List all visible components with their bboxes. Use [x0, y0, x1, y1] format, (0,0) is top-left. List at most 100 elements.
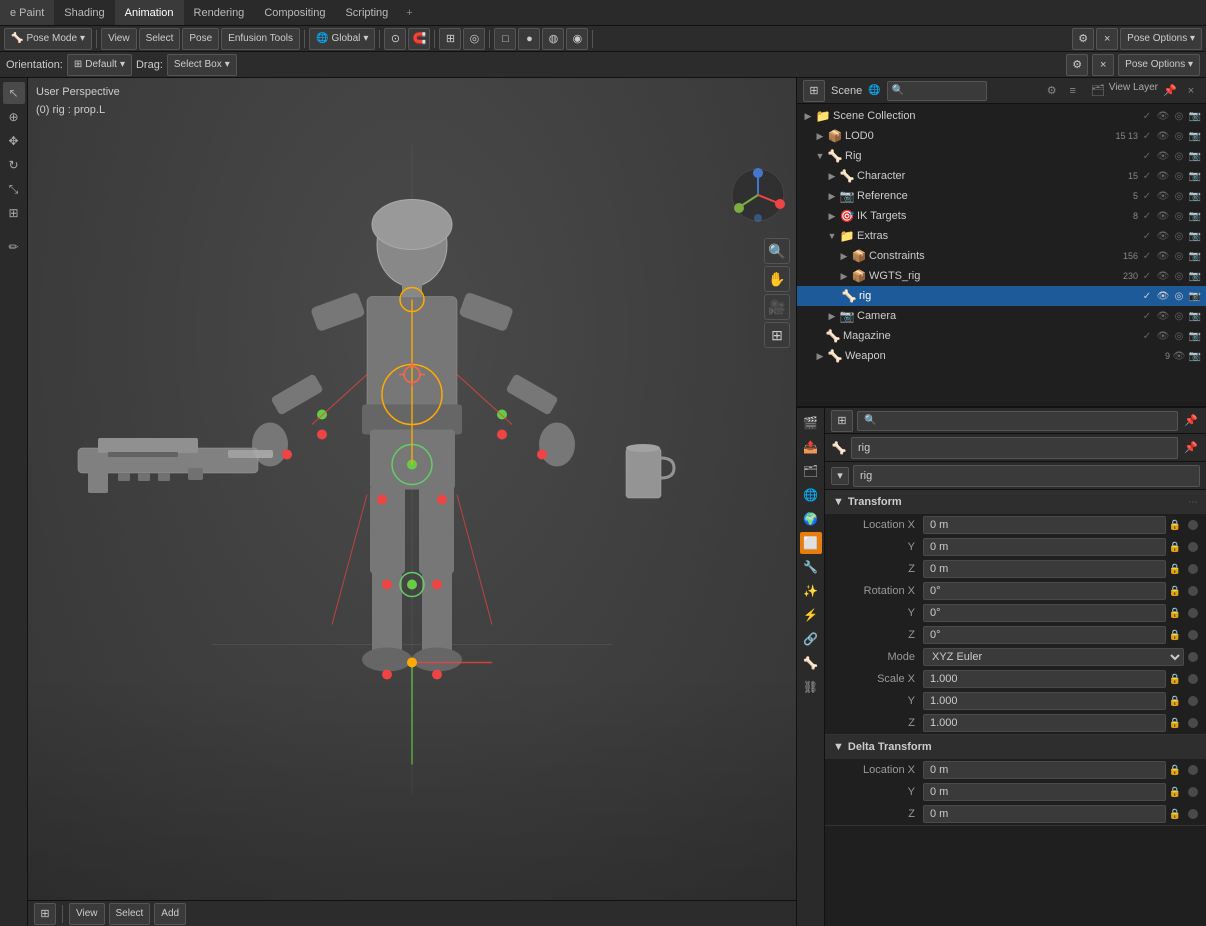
cam-vis[interactable]: ✓ [1140, 309, 1154, 323]
rotation-y-value[interactable]: 0° [923, 604, 1166, 622]
props-editor-type[interactable]: ⊞ [831, 410, 853, 432]
rendered-mode[interactable]: ◉ [566, 28, 588, 50]
snap-toggle[interactable]: 🧲 [408, 28, 430, 50]
active-object-name-input[interactable] [851, 437, 1178, 459]
zoom-icon[interactable]: 🔍 [764, 238, 790, 264]
rotation-x-value[interactable]: 0° [923, 582, 1166, 600]
rotation-x-keyframe[interactable] [1188, 586, 1198, 596]
location-z-keyframe[interactable] [1188, 564, 1198, 574]
overlay-toggle[interactable]: ⊞ [439, 28, 461, 50]
vis-select[interactable]: ◎ [1172, 109, 1186, 123]
weapon-ren[interactable]: 📷 [1188, 349, 1202, 363]
tree-weapon[interactable]: ▶ 🦴 Weapon 9 👁 📷 [797, 346, 1206, 366]
scale-y-lock[interactable]: 🔒 [1166, 692, 1184, 710]
object-type-dropdown[interactable]: ▾ [831, 467, 849, 485]
viewport-gizmo[interactable] [731, 168, 786, 223]
left-tool-transform[interactable]: ⊞ [3, 202, 25, 224]
tree-ik-targets[interactable]: ▶ 🎯 IK Targets 8 ✓ 👁 ◎ 📷 [797, 206, 1206, 226]
prop-render-icon[interactable]: 🎬 [800, 412, 822, 434]
scale-y-keyframe[interactable] [1188, 696, 1198, 706]
left-tool-select[interactable]: ↖ [3, 82, 25, 104]
tree-camera[interactable]: ▶ 📷 Camera ✓ 👁 ◎ 📷 [797, 306, 1206, 326]
object-name-input[interactable] [853, 465, 1200, 487]
tree-reference[interactable]: ▶ 📷 Reference 5 ✓ 👁 ◎ 📷 [797, 186, 1206, 206]
menu-item-shading[interactable]: Shading [54, 0, 114, 25]
scale-z-value[interactable]: 1.000 [923, 714, 1166, 732]
mode-dropdown[interactable]: 🦴 Pose Mode ▾ [4, 28, 92, 50]
transform-section-header[interactable]: ▼ Transform ⋯ [825, 490, 1206, 514]
pan-icon[interactable]: ✋ [764, 266, 790, 292]
delta-y-lock[interactable]: 🔒 [1166, 783, 1184, 801]
scale-z-lock[interactable]: 🔒 [1166, 714, 1184, 732]
rigobj-eye[interactable]: 👁 [1156, 289, 1170, 303]
vis-check[interactable]: ✓ [1140, 109, 1154, 123]
delta-z-lock[interactable]: 🔒 [1166, 805, 1184, 823]
wgts-eye[interactable]: 👁 [1156, 269, 1170, 283]
tree-scene-collection[interactable]: ▶ 📁 Scene Collection ✓ 👁 ◎ 📷 [797, 106, 1206, 126]
ref-eye[interactable]: 👁 [1156, 189, 1170, 203]
delta-x-lock[interactable]: 🔒 [1166, 761, 1184, 779]
ik-ren[interactable]: 📷 [1188, 209, 1202, 223]
extras-eye[interactable]: 👁 [1156, 229, 1170, 243]
tree-rig[interactable]: ▼ 🦴 Rig ✓ 👁 ◎ 📷 [797, 146, 1206, 166]
ik-sel[interactable]: ◎ [1172, 209, 1186, 223]
rig-vis[interactable]: ✓ [1140, 149, 1154, 163]
left-tool-move[interactable]: ✥ [3, 130, 25, 152]
orientation-dropdown[interactable]: ⊞ Default ▾ [67, 54, 132, 76]
ik-eye[interactable]: 👁 [1156, 209, 1170, 223]
extras-vis[interactable]: ✓ [1140, 229, 1154, 243]
viewport-settings[interactable]: ⚙ [1072, 28, 1094, 50]
char-vis[interactable]: ✓ [1140, 169, 1154, 183]
rig-ren[interactable]: 📷 [1188, 149, 1202, 163]
prop-particles-icon[interactable]: ✨ [800, 580, 822, 602]
scale-x-lock[interactable]: 🔒 [1166, 670, 1184, 688]
scale-x-keyframe[interactable] [1188, 674, 1198, 684]
ref-ren[interactable]: 📷 [1188, 189, 1202, 203]
drag-dropdown[interactable]: Select Box ▾ [167, 54, 237, 76]
prop-bone-icon[interactable]: ⛓ [800, 676, 822, 698]
scale-z-keyframe[interactable] [1188, 718, 1198, 728]
tree-rig-obj[interactable]: 🦴 rig ✓ 👁 ◎ 📷 [797, 286, 1206, 306]
location-z-lock[interactable]: 🔒 [1166, 560, 1184, 578]
pose-options-btn[interactable]: Pose Options ▾ [1120, 28, 1202, 50]
viewport[interactable]: User Perspective (0) rig : prop.L [28, 78, 796, 926]
prop-object-icon[interactable]: ⬜ [800, 532, 822, 554]
cons-sel[interactable]: ◎ [1172, 249, 1186, 263]
vb-select-menu[interactable]: Select [109, 903, 151, 925]
pose-options-header[interactable]: Pose Options ▾ [1118, 54, 1200, 76]
tree-constraints[interactable]: ▶ 📦 Constraints 156 ✓ 👁 ◎ 📷 [797, 246, 1206, 266]
tree-character[interactable]: ▶ 🦴 Character 15 ✓ 👁 ◎ 📷 [797, 166, 1206, 186]
location-y-lock[interactable]: 🔒 [1166, 538, 1184, 556]
delta-y-keyframe[interactable] [1188, 787, 1198, 797]
menu-item-rendering[interactable]: Rendering [184, 0, 255, 25]
transform-more[interactable]: ⋯ [1188, 497, 1198, 508]
collections-icon[interactable]: ⊞ [764, 322, 790, 348]
tree-magazine[interactable]: 🦴 Magazine ✓ 👁 ◎ 📷 [797, 326, 1206, 346]
custom-menu[interactable]: Enfusion Tools [221, 28, 300, 50]
view-menu[interactable]: View [101, 28, 137, 50]
rigobj-vis[interactable]: ✓ [1140, 289, 1154, 303]
prop-scene-icon[interactable]: 🌐 [800, 484, 822, 506]
mag-ren[interactable]: 📷 [1188, 329, 1202, 343]
wgts-ren[interactable]: 📷 [1188, 269, 1202, 283]
mag-vis[interactable]: ✓ [1140, 329, 1154, 343]
ref-vis[interactable]: ✓ [1140, 189, 1154, 203]
delta-section-header[interactable]: ▼ Delta Transform [825, 735, 1206, 759]
outliner-more[interactable]: ≡ [1064, 82, 1082, 100]
char-ren[interactable]: 📷 [1188, 169, 1202, 183]
prop-data-icon[interactable]: 🦴 [800, 652, 822, 674]
lod0-eye[interactable]: 👁 [1156, 129, 1170, 143]
transform-orientation[interactable]: 🌐 Global ▾ [309, 28, 375, 50]
camera-icon[interactable]: 🎥 [764, 294, 790, 320]
extras-sel[interactable]: ◎ [1172, 229, 1186, 243]
rotation-z-value[interactable]: 0° [923, 626, 1166, 644]
fullscreen[interactable]: × [1096, 28, 1118, 50]
delta-loc-y-value[interactable]: 0 m [923, 783, 1166, 801]
pin-active-obj[interactable]: 📌 [1182, 439, 1200, 457]
delta-loc-z-value[interactable]: 0 m [923, 805, 1166, 823]
filter-icon[interactable]: ⚙ [1043, 82, 1061, 100]
prop-view-layer-icon[interactable]: 🗂 [800, 460, 822, 482]
vb-add[interactable]: Add [154, 903, 186, 925]
vis-eye[interactable]: 👁 [1156, 109, 1170, 123]
location-x-keyframe[interactable] [1188, 520, 1198, 530]
